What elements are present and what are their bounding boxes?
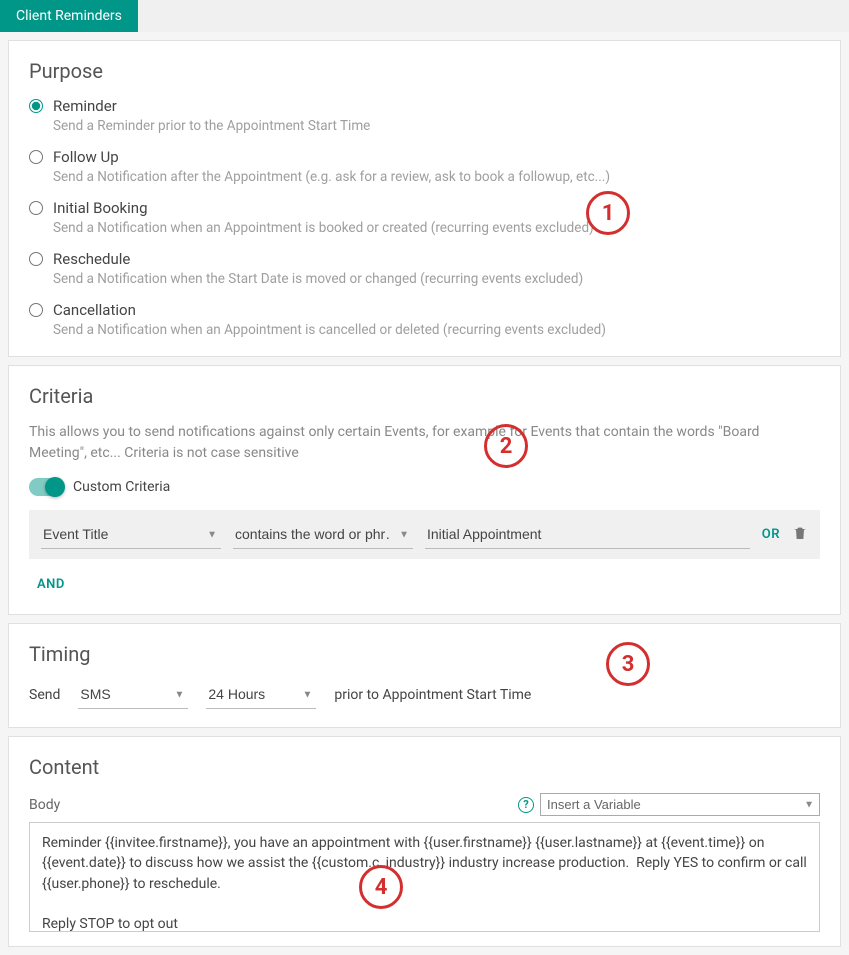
radio-label: Follow Up (53, 148, 119, 166)
criteria-operator-select[interactable]: contains the word or phr… (233, 520, 413, 549)
custom-criteria-toggle[interactable] (29, 478, 63, 496)
timing-row: Send SMS ▼ 24 Hours ▼ prior to Appointme… (29, 680, 820, 709)
custom-criteria-toggle-row: Custom Criteria (29, 478, 820, 496)
purpose-radio-row[interactable]: Initial Booking (29, 199, 820, 217)
criteria-and-button[interactable]: AND (29, 573, 73, 596)
radio-label: Initial Booking (53, 199, 148, 217)
radio-label: Reschedule (53, 250, 130, 268)
trash-icon[interactable] (792, 525, 808, 545)
radio-followup[interactable] (29, 150, 43, 164)
criteria-or-button[interactable]: OR (762, 527, 780, 542)
insert-variable-select[interactable]: Insert a Variable (540, 793, 820, 816)
variable-wrap: ? Insert a Variable ▼ (518, 793, 820, 816)
radio-desc: Send a Notification when the Start Date … (53, 271, 820, 287)
content-title: Content (29, 755, 820, 779)
purpose-radio-row[interactable]: Reminder (29, 97, 820, 115)
purpose-radio-row[interactable]: Cancellation (29, 301, 820, 319)
criteria-value-input[interactable] (425, 520, 750, 549)
timing-method-select[interactable]: SMS (78, 680, 188, 709)
radio-desc: Send a Reminder prior to the Appointment… (53, 118, 820, 134)
timing-delay-select[interactable]: 24 Hours (206, 680, 316, 709)
purpose-radio-row[interactable]: Follow Up (29, 148, 820, 166)
radio-label: Cancellation (53, 301, 136, 319)
radio-initial-booking[interactable] (29, 201, 43, 215)
help-icon[interactable]: ? (518, 797, 534, 813)
toggle-knob (45, 477, 65, 497)
body-textarea[interactable] (29, 822, 820, 932)
timing-panel: Timing Send SMS ▼ 24 Hours ▼ prior to Ap… (8, 623, 841, 728)
content-panel: Content Body ? Insert a Variable ▼ 4 (8, 736, 841, 947)
radio-desc: Send a Notification when an Appointment … (53, 322, 820, 338)
content-header-row: Body ? Insert a Variable ▼ (29, 793, 820, 816)
radio-reminder[interactable] (29, 99, 43, 113)
criteria-field-select[interactable]: Event Title (41, 520, 221, 549)
tab-bar: Client Reminders (0, 0, 849, 32)
criteria-condition-row: Event Title ▼ contains the word or phr… … (29, 510, 820, 559)
purpose-title: Purpose (29, 59, 820, 83)
criteria-desc: This allows you to send notifications ag… (29, 422, 820, 464)
timing-send-label: Send (29, 687, 60, 709)
timing-title: Timing (29, 642, 820, 666)
radio-desc: Send a Notification after the Appointmen… (53, 169, 820, 185)
purpose-radio-group: Reminder Send a Reminder prior to the Ap… (29, 97, 820, 338)
radio-cancellation[interactable] (29, 303, 43, 317)
criteria-panel: Criteria This allows you to send notific… (8, 365, 841, 615)
purpose-option-reminder: Reminder Send a Reminder prior to the Ap… (29, 97, 820, 134)
toggle-label: Custom Criteria (73, 479, 170, 495)
criteria-title: Criteria (29, 384, 820, 408)
purpose-option-followup: Follow Up Send a Notification after the … (29, 148, 820, 185)
radio-reschedule[interactable] (29, 252, 43, 266)
purpose-option-reschedule: Reschedule Send a Notification when the … (29, 250, 820, 287)
radio-label: Reminder (53, 97, 117, 115)
purpose-panel: Purpose Reminder Send a Reminder prior t… (8, 40, 841, 357)
purpose-option-initial-booking: Initial Booking Send a Notification when… (29, 199, 820, 236)
radio-desc: Send a Notification when an Appointment … (53, 220, 820, 236)
body-label: Body (29, 797, 60, 813)
purpose-option-cancellation: Cancellation Send a Notification when an… (29, 301, 820, 338)
timing-suffix: prior to Appointment Start Time (334, 687, 531, 709)
tab-client-reminders[interactable]: Client Reminders (0, 0, 138, 32)
purpose-radio-row[interactable]: Reschedule (29, 250, 820, 268)
